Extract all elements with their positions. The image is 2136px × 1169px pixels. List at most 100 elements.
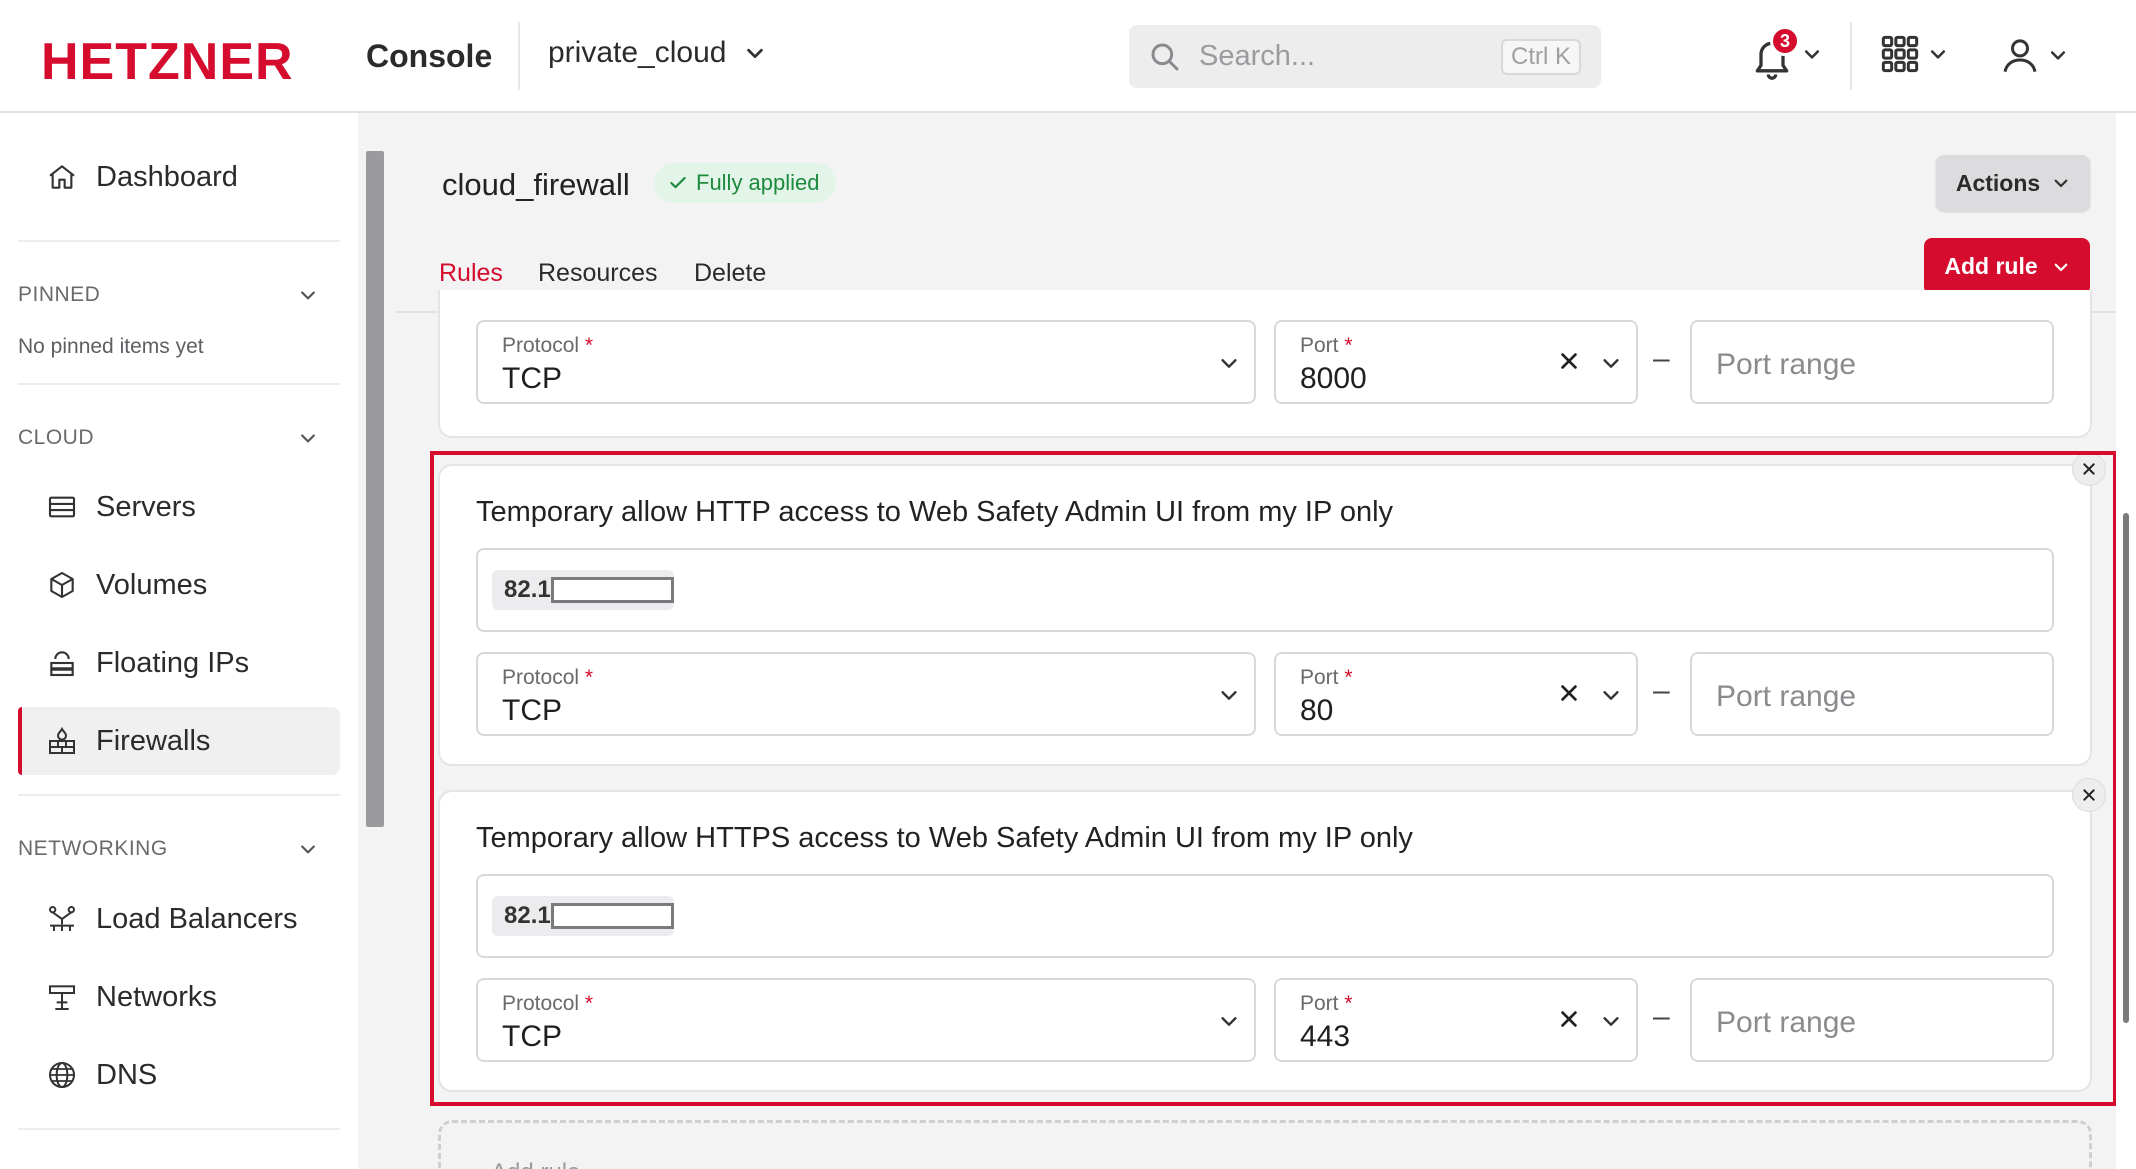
sidebar-item-volumes[interactable]: Volumes (18, 551, 340, 619)
tab-delete[interactable]: Delete (694, 259, 766, 288)
chevron-down-icon (1804, 50, 1820, 59)
scrollbar-thumb[interactable] (2123, 513, 2129, 1023)
section-networking[interactable]: NETWORKING (18, 837, 318, 861)
sidebar-item-floating-ips[interactable]: Floating IPs (18, 629, 340, 697)
remove-rule-button[interactable] (2072, 778, 2106, 812)
apps-menu-button[interactable] (1880, 34, 1948, 74)
port-range-placeholder: Port range (1716, 348, 1857, 381)
section-cloud[interactable]: CLOUD (18, 426, 318, 450)
port-field[interactable]: Port * 80 (1274, 652, 1638, 736)
main-scrollbar[interactable] (2116, 113, 2136, 1169)
sidebar-item-dns[interactable]: DNS (18, 1041, 340, 1109)
divider (1850, 22, 1852, 90)
port-range-input[interactable]: Port range (1690, 978, 2054, 1062)
chevron-down-icon (1930, 50, 1946, 59)
section-title: NETWORKING (18, 837, 168, 860)
source-ip-field[interactable]: 82.1 (476, 874, 2054, 958)
sidebar: Dashboard PINNED No pinned items yet CLO… (0, 113, 358, 1169)
close-icon (2083, 463, 2095, 475)
chevron-down-icon[interactable] (1600, 684, 1622, 706)
sidebar-item-label: Firewalls (96, 724, 211, 757)
sidebar-item-label: Servers (96, 490, 196, 523)
protocol-label: Protocol (502, 334, 580, 357)
search-placeholder: Search... (1199, 40, 1316, 72)
protocol-select[interactable]: Protocol * TCP (476, 320, 1256, 404)
server-icon (46, 491, 78, 523)
section-title: PINNED (18, 283, 101, 306)
chevron-down-icon (301, 291, 315, 300)
page-header: cloud_firewall Fully applied Actions Add… (396, 113, 2136, 313)
source-ip-field[interactable]: 82.1 (476, 548, 2054, 632)
ip-chip[interactable]: 82.1 (492, 570, 674, 610)
port-label: Port (1300, 992, 1339, 1015)
scrollbar-thumb[interactable] (366, 151, 384, 827)
port-value: 8000 (1300, 362, 1367, 395)
console-label: Console (366, 38, 493, 74)
port-label: Port (1300, 666, 1339, 689)
rule-description[interactable]: Temporary allow HTTPS access to Web Safe… (476, 822, 1413, 855)
redacted-block (550, 577, 674, 603)
redacted-block (550, 903, 674, 929)
apps-grid-icon (1881, 35, 1919, 73)
port-range-input[interactable]: Port range (1690, 652, 2054, 736)
port-range-input[interactable]: Port range (1690, 320, 2054, 404)
chevron-down-icon (747, 48, 764, 59)
sidebar-scrollbar[interactable] (358, 113, 396, 1169)
add-rule-label: Add rule (1944, 253, 2038, 279)
section-pinned[interactable]: PINNED (18, 283, 318, 307)
page-title: cloud_firewall (442, 167, 630, 202)
sidebar-item-label: Dashboard (96, 160, 238, 193)
protocol-select[interactable]: Protocol * TCP (476, 978, 1256, 1062)
sidebar-item-label: Volumes (96, 568, 208, 601)
rule-card: Temporary allow HTTP access to Web Safet… (438, 452, 2106, 766)
port-range-placeholder: Port range (1716, 680, 1857, 713)
notifications-button[interactable]: 3 (1750, 26, 1822, 80)
user-menu-button[interactable] (2000, 34, 2068, 76)
actions-label: Actions (1955, 169, 2041, 196)
home-icon (46, 161, 78, 193)
check-icon (670, 176, 686, 189)
network-icon (46, 981, 78, 1013)
divider (518, 22, 520, 90)
rule-card: Protocol * TCP Port * 8000 – Port range (438, 290, 2092, 438)
range-separator: – (1653, 1000, 1670, 1033)
clear-icon[interactable] (1558, 682, 1580, 704)
sidebar-item-label: DNS (96, 1058, 158, 1091)
sidebar-item-servers[interactable]: Servers (18, 473, 340, 541)
project-switcher[interactable]: private_cloud (548, 36, 766, 70)
range-separator: – (1653, 342, 1670, 375)
tab-resources[interactable]: Resources (538, 259, 658, 288)
chevron-down-icon[interactable] (1600, 352, 1622, 374)
search-box[interactable]: Search... Ctrl K (1129, 25, 1601, 88)
firewall-icon (46, 725, 78, 757)
tab-rules[interactable]: Rules (439, 259, 503, 288)
clear-icon[interactable] (1558, 350, 1580, 372)
protocol-value: TCP (502, 694, 562, 727)
ip-chip[interactable]: 82.1 (492, 896, 674, 936)
port-field[interactable]: Port * 443 (1274, 978, 1638, 1062)
protocol-select[interactable]: Protocol * TCP (476, 652, 1256, 736)
sidebar-item-load-balancers[interactable]: Load Balancers (18, 885, 340, 953)
hetzner-logo[interactable]: HETZNER (41, 32, 294, 92)
globe-icon (46, 1059, 78, 1091)
chevron-down-icon (1221, 359, 1237, 368)
add-rule-dropzone[interactable]: Add rule (438, 1120, 2092, 1169)
load-balancer-icon (46, 903, 78, 935)
sidebar-item-label: Networks (96, 980, 217, 1013)
sidebar-item-firewalls[interactable]: Firewalls (18, 707, 340, 775)
sidebar-item-networks[interactable]: Networks (18, 963, 340, 1031)
actions-button[interactable]: Actions (1936, 155, 2090, 211)
chevron-down-icon (1221, 691, 1237, 700)
sidebar-item-dashboard[interactable]: Dashboard (18, 143, 340, 211)
user-icon (2003, 39, 2037, 73)
chevron-down-icon[interactable] (1600, 1010, 1622, 1032)
rule-description[interactable]: Temporary allow HTTP access to Web Safet… (476, 496, 1393, 529)
port-field[interactable]: Port * 8000 (1274, 320, 1638, 404)
protocol-value: TCP (502, 1020, 562, 1053)
cube-icon (46, 569, 78, 601)
sidebar-item-label: Load Balancers (96, 902, 298, 935)
add-rule-button[interactable]: Add rule (1924, 238, 2090, 295)
clear-icon[interactable] (1558, 1008, 1580, 1030)
remove-rule-button[interactable] (2072, 452, 2106, 486)
close-icon (2083, 789, 2095, 801)
